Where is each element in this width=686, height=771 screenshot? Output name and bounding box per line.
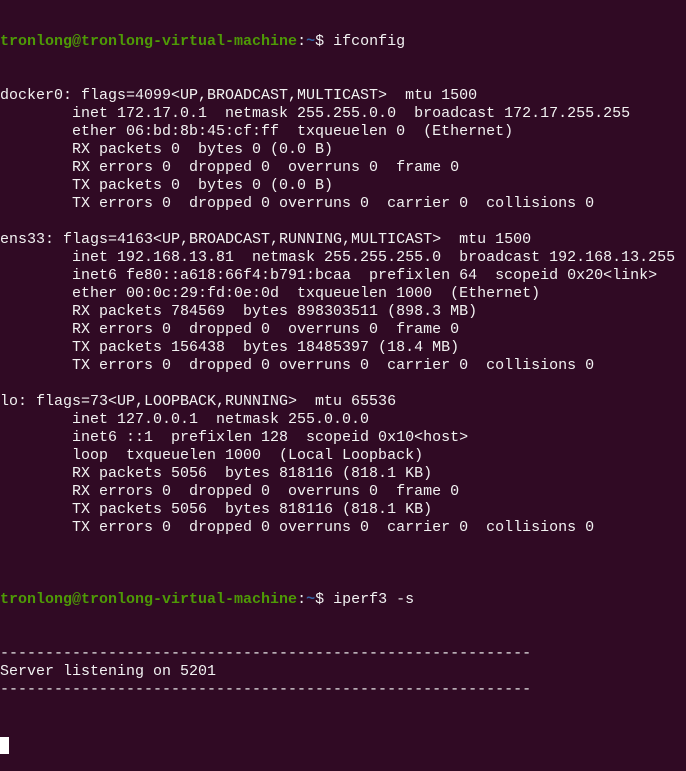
- output-line: Server listening on 5201: [0, 663, 217, 680]
- output-line: RX packets 5056 bytes 818116 (818.1 KB): [0, 465, 433, 482]
- output-line: inet6 fe80::a618:66f4:b791:bcaa prefixle…: [0, 267, 658, 284]
- output-line: ether 06:bd:8b:45:cf:ff txqueuelen 0 (Et…: [0, 123, 514, 140]
- output-line: RX errors 0 dropped 0 overruns 0 frame 0: [0, 321, 460, 338]
- output-line: loop txqueuelen 1000 (Local Loopback): [0, 447, 424, 464]
- output-line: ens33: flags=4163<UP,BROADCAST,RUNNING,M…: [0, 231, 532, 248]
- prompt-path: ~: [306, 591, 316, 608]
- output-line: TX errors 0 dropped 0 overruns 0 carrier…: [0, 195, 595, 212]
- iperf-output: ----------------------------------------…: [0, 645, 686, 699]
- output-line: RX packets 784569 bytes 898303511 (898.3…: [0, 303, 478, 320]
- output-line: ----------------------------------------…: [0, 645, 532, 662]
- output-line: RX packets 0 bytes 0 (0.0 B): [0, 141, 334, 158]
- output-line: TX errors 0 dropped 0 overruns 0 carrier…: [0, 357, 595, 374]
- output-line: RX errors 0 dropped 0 overruns 0 frame 0: [0, 483, 460, 500]
- output-line: TX packets 156438 bytes 18485397 (18.4 M…: [0, 339, 460, 356]
- output-line: TX packets 5056 bytes 818116 (818.1 KB): [0, 501, 433, 518]
- prompt-sep: :: [297, 591, 307, 608]
- prompt-symbol: $: [315, 591, 334, 608]
- prompt-path: ~: [306, 33, 316, 50]
- prompt-sep: :: [297, 33, 307, 50]
- output-line: inet 192.168.13.81 netmask 255.255.255.0…: [0, 249, 676, 266]
- text-cursor: [0, 737, 9, 754]
- command-text: iperf3 -s: [333, 591, 415, 608]
- prompt-line: tronlong@tronlong-virtual-machine:~$ ipe…: [0, 591, 686, 609]
- output-line: ether 00:0c:29:fd:0e:0d txqueuelen 1000 …: [0, 285, 541, 302]
- output-line: docker0: flags=4099<UP,BROADCAST,MULTICA…: [0, 87, 478, 104]
- output-line: RX errors 0 dropped 0 overruns 0 frame 0: [0, 159, 460, 176]
- prompt-line: tronlong@tronlong-virtual-machine:~$ ifc…: [0, 33, 686, 51]
- cursor-line[interactable]: [0, 735, 686, 754]
- output-line: TX errors 0 dropped 0 overruns 0 carrier…: [0, 519, 595, 536]
- output-line: lo: flags=73<UP,LOOPBACK,RUNNING> mtu 65…: [0, 393, 397, 410]
- prompt-user-host: tronlong@tronlong-virtual-machine: [0, 591, 298, 608]
- ifconfig-output: docker0: flags=4099<UP,BROADCAST,MULTICA…: [0, 87, 686, 555]
- output-line: inet 172.17.0.1 netmask 255.255.0.0 broa…: [0, 105, 631, 122]
- output-line: inet6 ::1 prefixlen 128 scopeid 0x10<hos…: [0, 429, 469, 446]
- prompt-symbol: $: [315, 33, 334, 50]
- terminal[interactable]: tronlong@tronlong-virtual-machine:~$ ifc…: [0, 0, 686, 771]
- output-line: inet 127.0.0.1 netmask 255.0.0.0: [0, 411, 370, 428]
- output-line: TX packets 0 bytes 0 (0.0 B): [0, 177, 334, 194]
- command-text: ifconfig: [333, 33, 406, 50]
- output-line: ----------------------------------------…: [0, 681, 532, 698]
- prompt-user-host: tronlong@tronlong-virtual-machine: [0, 33, 298, 50]
